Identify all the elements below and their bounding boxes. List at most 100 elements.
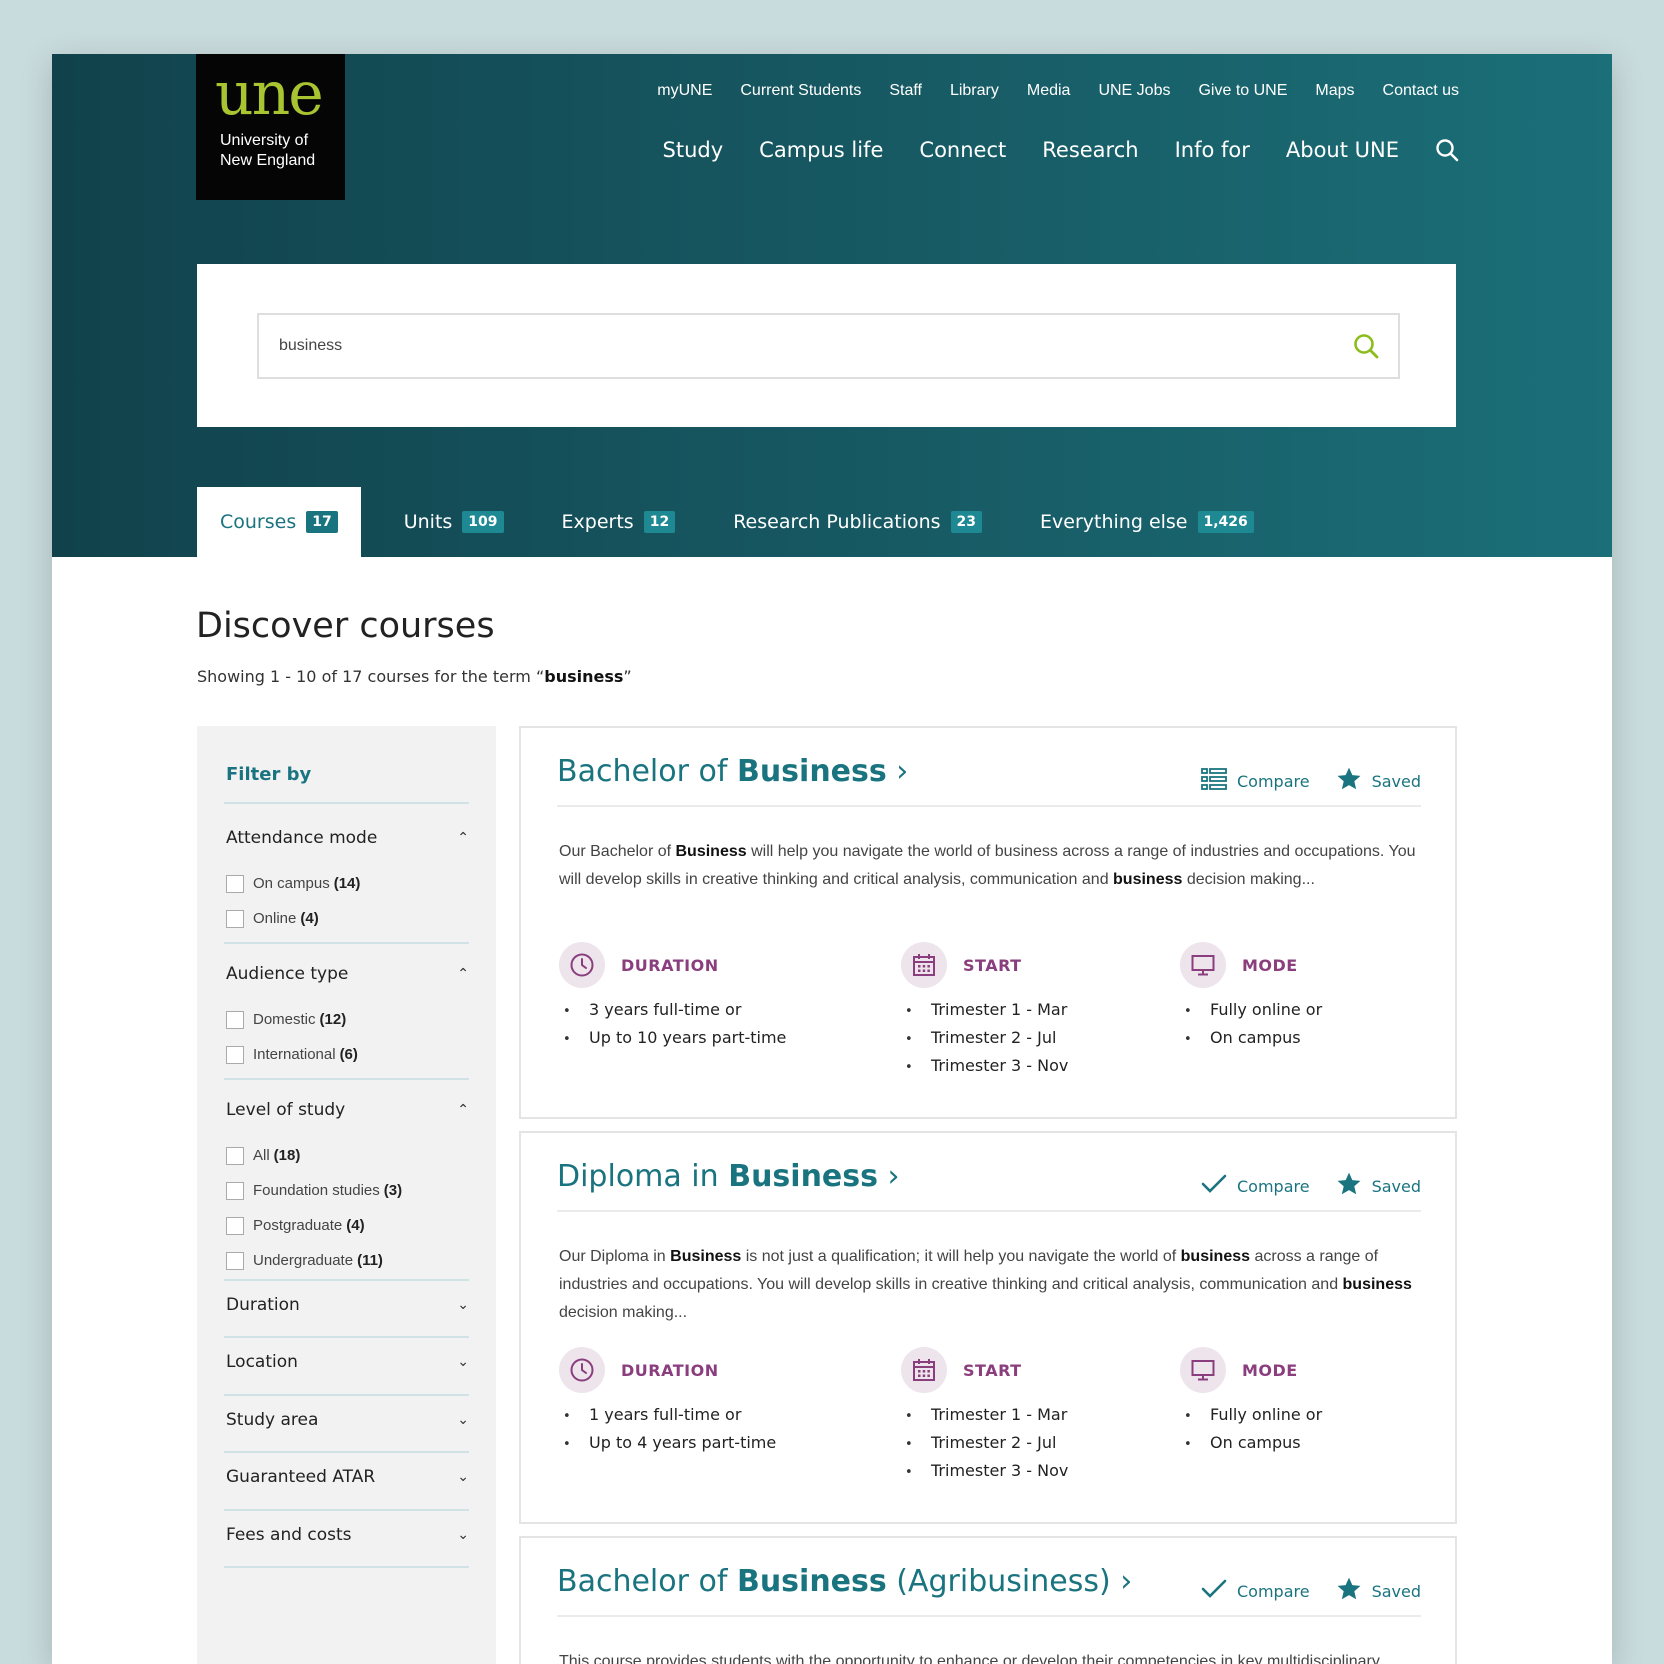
utility-link-myune[interactable]: myUNE <box>657 82 712 100</box>
checkbox[interactable] <box>226 1045 244 1064</box>
fact-list: 1 years full-time orUp to 4 years part-t… <box>559 1401 776 1457</box>
checkbox[interactable] <box>226 1146 244 1165</box>
compare-button[interactable]: Compare <box>1201 1173 1310 1199</box>
description-text: Our Diploma in <box>559 1248 671 1265</box>
nav-info-for[interactable]: Info for <box>1175 138 1250 162</box>
logo-mark: une <box>215 59 324 129</box>
filter-option[interactable]: Domestic (12) <box>226 1002 469 1037</box>
nav-research[interactable]: Research <box>1042 138 1138 162</box>
clock-icon <box>559 942 605 988</box>
utility-link-contact-us[interactable]: Contact us <box>1383 82 1459 100</box>
filter-group-toggle[interactable]: Audience type ⌃ <box>226 962 469 986</box>
filter-option[interactable]: All (18) <box>226 1138 469 1173</box>
filter-option[interactable]: Foundation studies (3) <box>226 1173 469 1208</box>
filter-option[interactable]: Postgraduate (4) <box>226 1208 469 1243</box>
nav-campus-life[interactable]: Campus life <box>759 138 883 162</box>
filter-divider <box>224 1509 469 1511</box>
chevron-down-icon[interactable]: ⌄ <box>457 1469 469 1485</box>
chevron-down-icon[interactable]: ⌄ <box>457 1527 469 1543</box>
fact-item: 1 years full-time or <box>559 1401 776 1429</box>
chevron-up-icon[interactable]: ⌃ <box>457 966 469 982</box>
checkbox[interactable] <box>226 909 244 928</box>
highlighted-term: business <box>1113 871 1183 888</box>
star-icon <box>1336 1171 1362 1201</box>
tab-units[interactable]: Units 109 <box>381 487 527 557</box>
fact-mode: MODE Fully online orOn campus <box>1180 942 1322 1052</box>
filter-group-toggle[interactable]: Guaranteed ATAR ⌄ <box>226 1465 469 1489</box>
course-title-link[interactable]: Diploma in Business › <box>557 1159 900 1194</box>
nav-connect[interactable]: Connect <box>919 138 1006 162</box>
course-title-suffix: (Agribusiness) <box>886 1564 1111 1599</box>
tab-experts[interactable]: Experts 12 <box>539 487 699 557</box>
utility-link-une-jobs[interactable]: UNE Jobs <box>1098 82 1170 100</box>
fact-label: DURATION <box>621 1360 719 1380</box>
highlighted-term: business <box>1180 1248 1251 1265</box>
filter-group-toggle[interactable]: Location ⌄ <box>226 1350 469 1374</box>
filter-group-toggle[interactable]: Study area ⌄ <box>226 1408 469 1432</box>
compare-label: Compare <box>1236 1176 1310 1196</box>
course-title-keyword: Business <box>736 754 887 789</box>
search-submit-icon[interactable] <box>1352 332 1380 364</box>
filter-option[interactable]: Undergraduate (11) <box>226 1243 469 1278</box>
saved-button[interactable]: Saved <box>1336 1171 1421 1201</box>
checkbox[interactable] <box>226 1010 244 1029</box>
chevron-down-icon[interactable]: ⌄ <box>457 1412 469 1428</box>
search-icon[interactable] <box>1435 138 1459 162</box>
chevron-down-icon[interactable]: ⌄ <box>457 1354 469 1370</box>
highlighted-term: business <box>1342 1276 1412 1293</box>
filter-title: Filter by <box>226 764 312 785</box>
filter-option-count: (3) <box>383 1182 403 1199</box>
saved-button[interactable]: Saved <box>1336 1576 1421 1606</box>
chevron-up-icon[interactable]: ⌃ <box>457 1102 469 1118</box>
fact-item: Trimester 3 - Nov <box>901 1457 1068 1485</box>
checkbox[interactable] <box>226 874 244 893</box>
chevron-down-icon[interactable]: ⌄ <box>457 1297 469 1313</box>
fact-item: Trimester 1 - Mar <box>901 1401 1068 1429</box>
checkbox[interactable] <box>226 1216 244 1235</box>
search-input[interactable]: business <box>257 313 1400 379</box>
filter-group-toggle[interactable]: Duration ⌄ <box>226 1293 469 1317</box>
course-title-link[interactable]: Bachelor of Business (Agribusiness) › <box>557 1564 1132 1599</box>
filter-group-toggle[interactable]: Attendance mode ⌃ <box>226 826 469 850</box>
tab-research-publications[interactable]: Research Publications 23 <box>710 487 1005 557</box>
utility-link-current-students[interactable]: Current Students <box>740 82 861 100</box>
filter-divider <box>224 1078 469 1080</box>
logo-line-2: New England <box>220 152 316 169</box>
fact-item: Fully online or <box>1180 1401 1322 1429</box>
filter-option[interactable]: Online (4) <box>226 901 469 936</box>
filter-group-location: Location ⌄ <box>226 1350 469 1374</box>
compare-button[interactable]: Compare <box>1201 1578 1310 1604</box>
chevron-up-icon[interactable]: ⌃ <box>457 830 469 846</box>
utility-link-staff[interactable]: Staff <box>889 82 922 100</box>
filter-group-fees-and-costs: Fees and costs ⌄ <box>226 1523 469 1547</box>
filter-group-toggle[interactable]: Fees and costs ⌄ <box>226 1523 469 1547</box>
utility-link-maps[interactable]: Maps <box>1315 82 1354 100</box>
filter-group-toggle[interactable]: Level of study ⌃ <box>226 1098 469 1122</box>
une-logo[interactable]: une University of New England <box>196 54 345 200</box>
filter-option-label: Foundation studies <box>253 1182 380 1199</box>
fact-item: Trimester 2 - Jul <box>901 1429 1068 1457</box>
fact-item: Trimester 3 - Nov <box>901 1052 1068 1080</box>
fact-item: 3 years full-time or <box>559 996 786 1024</box>
card-divider <box>557 805 1421 807</box>
filter-option[interactable]: On campus (14) <box>226 866 469 901</box>
fact-label: MODE <box>1242 1360 1298 1380</box>
utility-link-library[interactable]: Library <box>950 82 999 100</box>
star-icon <box>1336 766 1362 796</box>
course-title-link[interactable]: Bachelor of Business › <box>557 754 908 789</box>
tab-courses[interactable]: Courses 17 <box>197 487 361 557</box>
utility-link-give-to-une[interactable]: Give to UNE <box>1198 82 1287 100</box>
chevron-right-icon: › <box>1110 1564 1133 1599</box>
compare-button[interactable]: Compare <box>1201 767 1310 795</box>
saved-button[interactable]: Saved <box>1336 766 1421 796</box>
tab-everything-else[interactable]: Everything else 1,426 <box>1017 487 1277 557</box>
filter-option[interactable]: International (6) <box>226 1037 469 1072</box>
filter-group-study-area: Study area ⌄ <box>226 1408 469 1432</box>
utility-link-media[interactable]: Media <box>1027 82 1071 100</box>
checkbox[interactable] <box>226 1251 244 1270</box>
filter-divider <box>224 942 469 944</box>
fact-item: Up to 4 years part-time <box>559 1429 776 1457</box>
nav-about-une[interactable]: About UNE <box>1286 138 1399 162</box>
nav-study[interactable]: Study <box>663 138 724 162</box>
checkbox[interactable] <box>226 1181 244 1200</box>
